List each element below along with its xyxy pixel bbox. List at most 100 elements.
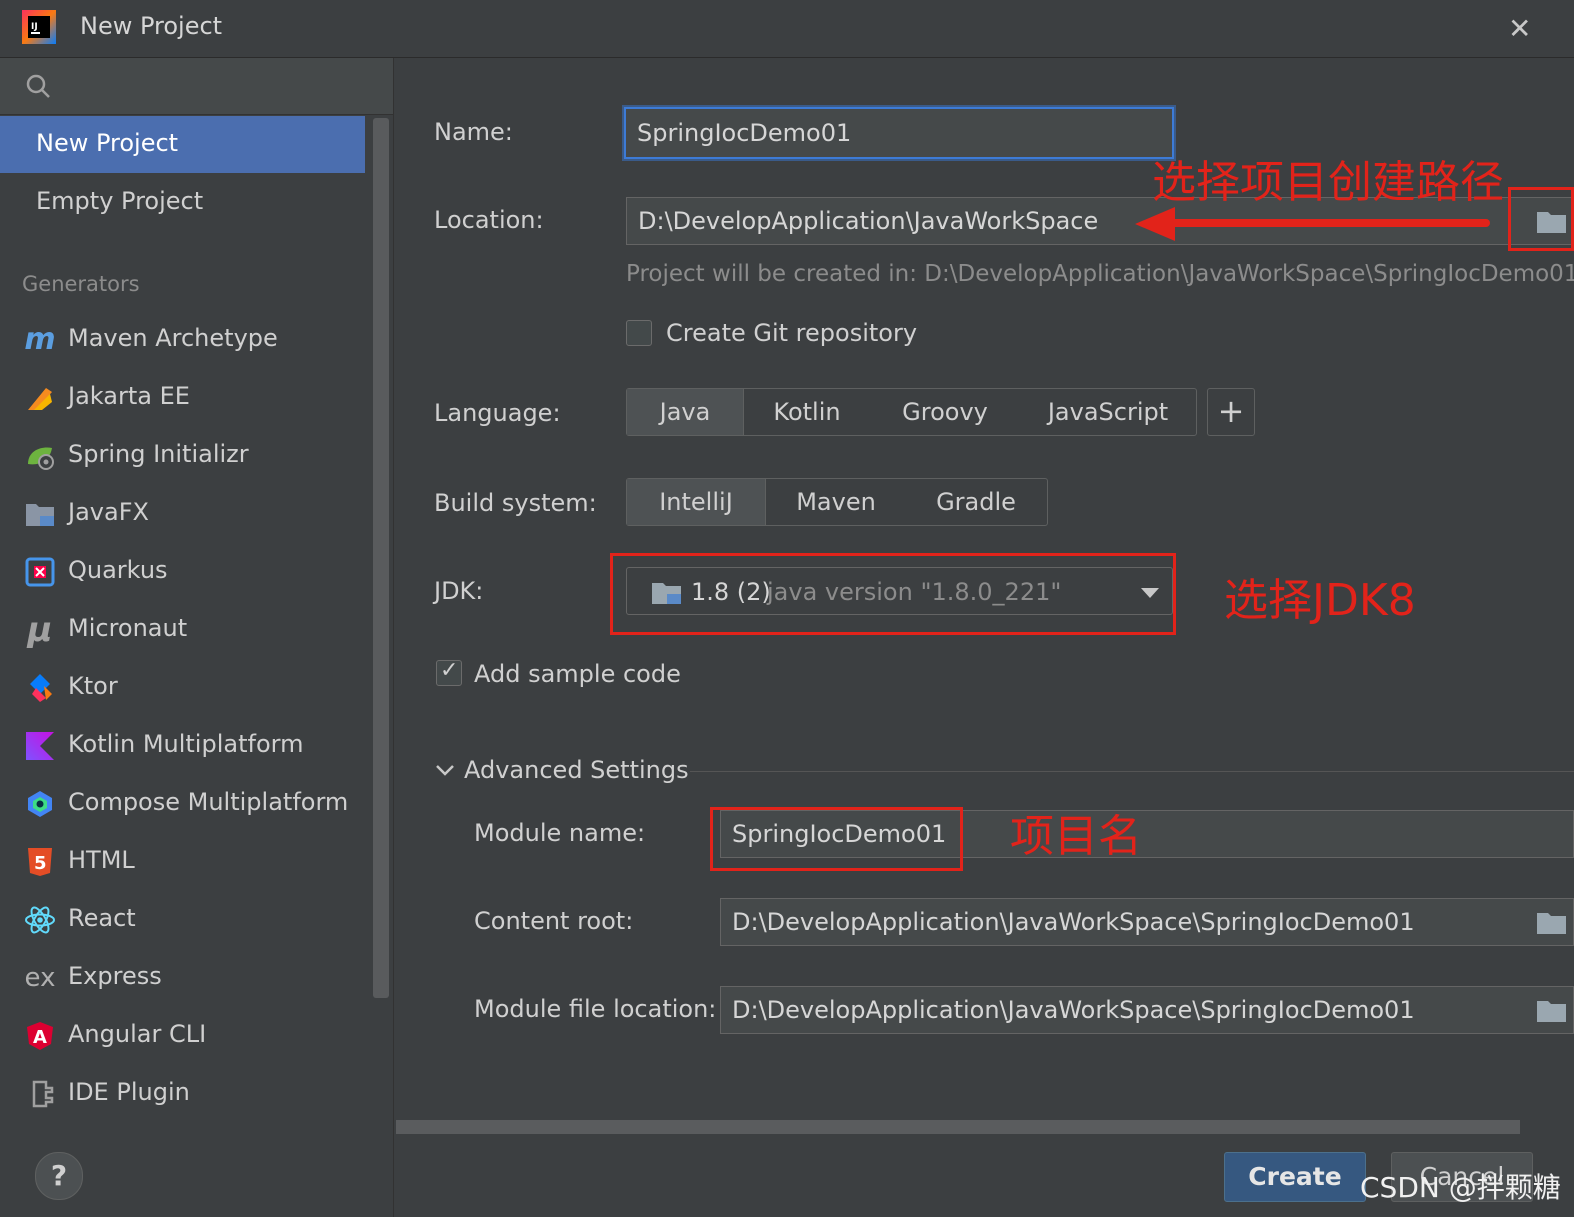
generator-maven-archetype[interactable]: m Maven Archetype <box>0 312 365 368</box>
generator-label: Spring Initializr <box>68 440 249 468</box>
generator-html[interactable]: 5 HTML <box>0 834 365 890</box>
generator-angular-cli[interactable]: A Angular CLI <box>0 1008 365 1064</box>
sidebar: New Project Empty Project Generators m M… <box>0 58 394 1217</box>
annotation-jdk-box <box>610 553 1176 635</box>
build-option-intellij[interactable]: IntelliJ <box>627 479 766 525</box>
generator-spring-initializr[interactable]: Spring Initializr <box>0 428 365 484</box>
intellij-logo-icon: IJ <box>22 10 56 44</box>
create-button[interactable]: Create <box>1224 1152 1366 1202</box>
content-root-label: Content root: <box>474 907 634 935</box>
generator-label: Kotlin Multiplatform <box>68 730 304 758</box>
generator-label: Maven Archetype <box>68 324 278 352</box>
language-option-java[interactable]: Java <box>627 389 744 435</box>
csdn-watermark: CSDN @拌颗糖 <box>1360 1171 1561 1204</box>
react-icon <box>25 906 55 934</box>
sidebar-item-label: Empty Project <box>36 187 204 215</box>
help-button[interactable]: ? <box>35 1152 83 1200</box>
annotation-name: 项目名 <box>1010 811 1142 862</box>
generator-quarkus[interactable]: Quarkus <box>0 544 365 600</box>
build-option-gradle[interactable]: Gradle <box>906 479 1046 525</box>
maven-icon: m <box>24 322 56 357</box>
jdk-label: JDK: <box>434 577 484 605</box>
annotation-name-box <box>710 807 963 871</box>
location-label: Location: <box>434 206 544 234</box>
javafx-icon <box>26 504 54 526</box>
html5-icon: 5 <box>28 848 52 876</box>
content-root-input[interactable]: D:\DevelopApplication\JavaWorkSpace\Spri… <box>720 898 1574 946</box>
close-icon[interactable]: ✕ <box>1508 12 1531 45</box>
generator-label: HTML <box>68 846 135 874</box>
annotation-jdk: 选择JDK8 <box>1224 575 1416 626</box>
build-system-label: Build system: <box>434 489 597 517</box>
advanced-settings-toggle[interactable]: Advanced Settings <box>464 756 689 784</box>
name-label: Name: <box>434 118 513 146</box>
generator-label: Jakarta EE <box>68 382 190 410</box>
language-option-groovy[interactable]: Groovy <box>870 389 1020 435</box>
kotlin-icon <box>26 732 54 760</box>
build-system-selector: IntelliJ Maven Gradle <box>626 478 1048 526</box>
generator-compose-multiplatform[interactable]: Compose Multiplatform <box>0 776 365 832</box>
create-git-label: Create Git repository <box>666 319 918 347</box>
generator-label: IDE Plugin <box>68 1078 190 1106</box>
sidebar-item-empty-project[interactable]: Empty Project <box>0 174 365 231</box>
sidebar-scrollbar[interactable] <box>373 118 389 998</box>
generator-label: Ktor <box>68 672 118 700</box>
advanced-divider <box>690 771 1574 772</box>
quarkus-icon <box>25 557 55 587</box>
sidebar-item-new-project[interactable]: New Project <box>0 116 365 173</box>
module-file-location-label: Module file location: <box>474 995 717 1023</box>
svg-text:5: 5 <box>34 853 47 874</box>
annotation-arrow-head <box>1135 207 1175 241</box>
angular-icon: A <box>27 1022 53 1050</box>
module-name-label: Module name: <box>474 819 646 847</box>
svg-text:IJ: IJ <box>31 22 38 32</box>
annotation-folder-box <box>1508 187 1574 251</box>
express-icon: ex <box>24 963 56 993</box>
generator-ktor[interactable]: Ktor <box>0 660 365 716</box>
horizontal-scrollbar[interactable] <box>396 1120 1520 1134</box>
generator-label: React <box>68 904 136 932</box>
language-label: Language: <box>434 399 561 427</box>
add-sample-code-checkbox[interactable] <box>436 658 462 686</box>
annotation-arrow <box>1160 219 1490 227</box>
generator-label: JavaFX <box>68 498 149 526</box>
add-sample-code-label: Add sample code <box>474 660 681 688</box>
window-title: New Project <box>80 12 223 40</box>
location-hint: Project will be created in: D:\DevelopAp… <box>626 261 1574 287</box>
svg-text:A: A <box>33 1027 47 1048</box>
generator-label: Express <box>68 962 162 990</box>
sidebar-search[interactable] <box>0 58 393 115</box>
compose-icon <box>28 791 52 817</box>
generator-react[interactable]: React <box>0 892 365 948</box>
folder-icon[interactable] <box>1536 909 1570 937</box>
chevron-down-icon[interactable] <box>434 760 456 780</box>
language-option-javascript[interactable]: JavaScript <box>1020 389 1196 435</box>
generator-javafx[interactable]: JavaFX <box>0 486 365 542</box>
jakarta-icon <box>28 388 52 410</box>
folder-icon[interactable] <box>1536 997 1570 1025</box>
add-language-button[interactable]: + <box>1207 388 1255 436</box>
micronaut-icon: μ <box>27 610 53 650</box>
language-option-kotlin[interactable]: Kotlin <box>744 389 870 435</box>
generator-label: Angular CLI <box>68 1020 207 1048</box>
generator-micronaut[interactable]: μ Micronaut <box>0 602 365 658</box>
title-bar: IJ New Project ✕ <box>0 0 1574 58</box>
search-icon <box>26 74 50 98</box>
generator-jakarta-ee[interactable]: Jakarta EE <box>0 370 365 426</box>
module-file-location-input[interactable]: D:\DevelopApplication\JavaWorkSpace\Spri… <box>720 986 1574 1034</box>
create-git-checkbox[interactable] <box>626 320 652 346</box>
generator-ide-plugin[interactable]: IDE Plugin <box>0 1066 365 1122</box>
build-option-maven[interactable]: Maven <box>766 479 906 525</box>
language-selector: Java Kotlin Groovy JavaScript <box>626 388 1197 436</box>
spring-icon <box>28 447 54 470</box>
generator-label: Compose Multiplatform <box>68 788 349 816</box>
ktor-icon <box>30 674 52 702</box>
generators-header: Generators <box>22 272 140 296</box>
generator-label: Quarkus <box>68 556 168 584</box>
annotation-path: 选择项目创建路径 <box>1152 157 1504 208</box>
generator-label: Micronaut <box>68 614 188 642</box>
plugin-icon <box>32 1080 54 1108</box>
generator-express[interactable]: ex Express <box>0 950 365 1006</box>
generator-kotlin-multiplatform[interactable]: Kotlin Multiplatform <box>0 718 365 774</box>
name-input[interactable]: SpringIocDemo01 <box>624 107 1174 159</box>
